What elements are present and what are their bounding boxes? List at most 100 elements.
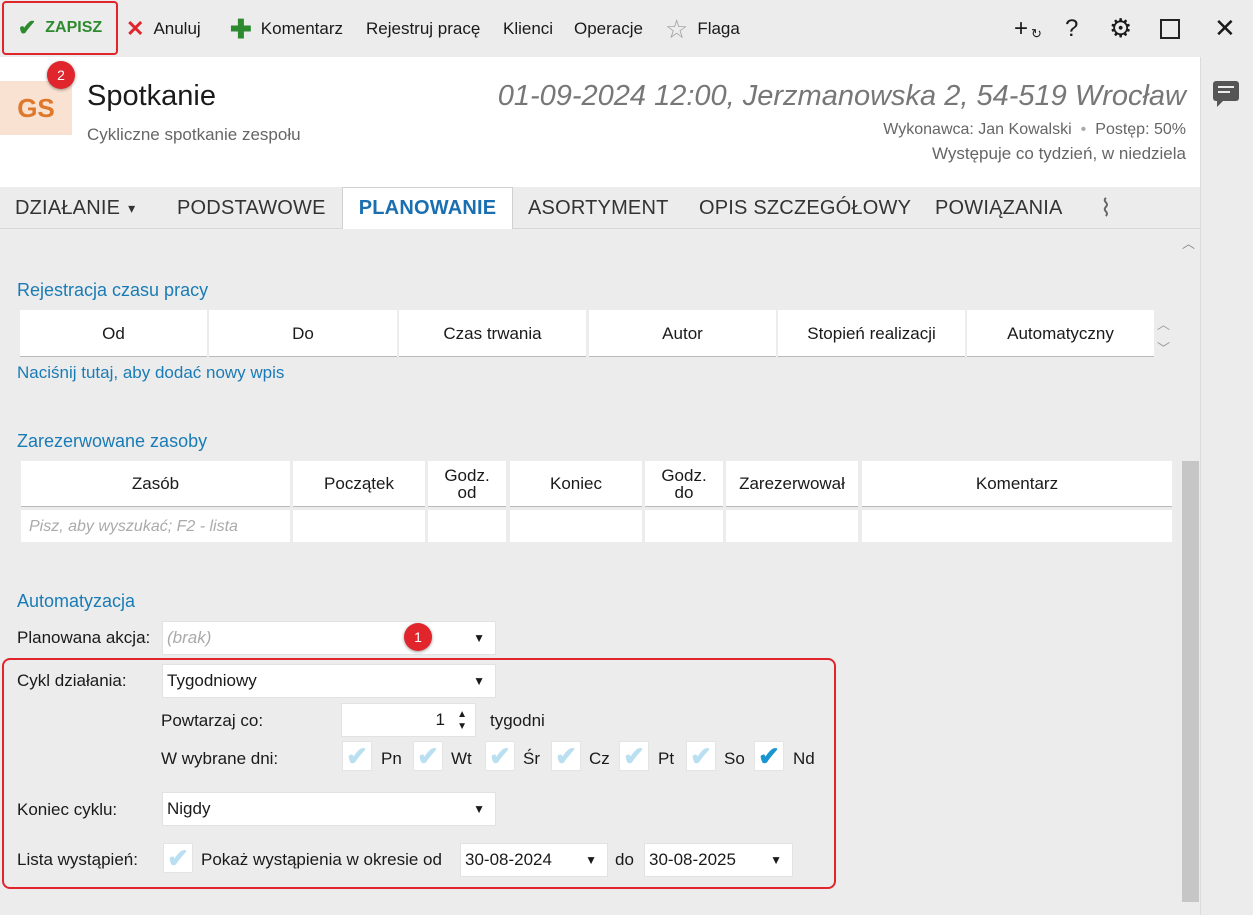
progress-text: Postęp: 50% xyxy=(1095,121,1186,138)
flag-button[interactable]: ☆ Flaga xyxy=(665,0,740,57)
repeat-label: Powtarzaj co: xyxy=(161,711,264,730)
repeat-unit: tygodni xyxy=(490,711,545,730)
clients-button[interactable]: Klienci xyxy=(503,0,553,57)
cycle-select[interactable]: Tygodniowy ▼ xyxy=(162,664,496,698)
day-checkbox-pt[interactable]: ✔ xyxy=(619,741,649,771)
side-panel xyxy=(1200,57,1253,915)
cancel-button[interactable]: ✕ Anuluj xyxy=(126,0,201,57)
resource-end-cell[interactable] xyxy=(510,510,642,542)
col-hour-from-line2: od xyxy=(457,482,477,502)
date-to-picker[interactable]: 30-08-2025 ▼ xyxy=(644,843,793,877)
col-hour-to-line2: do xyxy=(674,482,694,502)
tab-assortment[interactable]: ASORTYMENT xyxy=(528,187,669,229)
check-icon: ✔ xyxy=(17,15,37,40)
day-checkbox-cz[interactable]: ✔ xyxy=(551,741,581,771)
window-close-icon[interactable]: ✕ xyxy=(1214,0,1236,57)
day-label-nd: Nd xyxy=(793,749,815,768)
col-from[interactable]: Od xyxy=(20,310,207,357)
cycle-end-value: Nigdy xyxy=(167,799,211,818)
add-entry-link[interactable]: Naciśnij tutaj, aby dodać nowy wpis xyxy=(17,363,284,383)
repeat-value: 1 xyxy=(435,710,445,729)
resource-start-cell[interactable] xyxy=(293,510,425,542)
stepper-down-icon[interactable]: ▼ xyxy=(457,721,467,732)
clients-label: Klienci xyxy=(503,18,554,38)
comment-label: Komentarz xyxy=(260,18,343,38)
flag-label: Flaga xyxy=(697,18,740,38)
avatar: GS xyxy=(0,81,72,135)
planned-action-label: Planowana akcja: xyxy=(17,628,151,647)
chevron-down-icon: ▼ xyxy=(770,853,782,867)
col-reserved-by[interactable]: Zarezerwował xyxy=(726,461,858,507)
occurrences-label: Lista wystąpień: xyxy=(17,850,138,869)
page-title: Spotkanie xyxy=(87,80,216,112)
day-label-so: So xyxy=(724,749,745,768)
col-comment[interactable]: Komentarz xyxy=(862,461,1172,507)
chat-icon[interactable] xyxy=(1213,81,1239,107)
col-hour-to[interactable]: Godz. do xyxy=(645,461,723,507)
paperclip-icon[interactable]: ⌇ xyxy=(1100,187,1112,229)
maximize-icon[interactable] xyxy=(1160,0,1180,57)
register-work-button[interactable]: Rejestruj pracę xyxy=(366,0,480,57)
comment-button[interactable]: ✚ Komentarz xyxy=(230,0,343,57)
show-occurrences-checkbox[interactable]: ✔ xyxy=(163,843,193,873)
plus-icon: ✚ xyxy=(230,13,252,44)
cycle-end-label: Koniec cyklu: xyxy=(17,800,118,819)
tab-action-label: DZIAŁANIE xyxy=(15,196,121,219)
day-checkbox-wt[interactable]: ✔ xyxy=(413,741,443,771)
operations-label: Operacje xyxy=(574,18,643,38)
date-to-label: do xyxy=(615,850,634,869)
operations-button[interactable]: Operacje xyxy=(574,0,643,57)
add-linked-icon[interactable]: + ↻ xyxy=(1014,0,1042,57)
col-author[interactable]: Autor xyxy=(589,310,776,357)
save-button[interactable]: ✔ ZAPISZ xyxy=(2,1,118,55)
resource-search-input[interactable]: Pisz, aby wyszukać; F2 - lista xyxy=(21,510,290,542)
scrollbar[interactable] xyxy=(1182,461,1199,902)
tab-basic[interactable]: PODSTAWOWE xyxy=(177,187,326,229)
col-hour-from[interactable]: Godz. od xyxy=(428,461,506,507)
scroll-up-icon[interactable]: ︿ xyxy=(1182,233,1195,252)
planned-action-value: (brak) xyxy=(167,628,212,647)
day-checkbox-nd[interactable]: ✔ xyxy=(754,741,784,771)
stepper-up-icon[interactable]: ▲ xyxy=(457,709,467,720)
resource-reserved-by-cell[interactable] xyxy=(726,510,858,542)
col-start[interactable]: Początek xyxy=(293,461,425,507)
col-resource[interactable]: Zasób xyxy=(21,461,290,507)
help-icon[interactable]: ? xyxy=(1065,0,1078,57)
show-occurrences-label: Pokaż wystąpienia w okresie od xyxy=(201,850,442,869)
grid-scroll-up-icon[interactable]: ︿ xyxy=(1157,314,1170,333)
save-label: ZAPISZ xyxy=(45,19,103,36)
close-icon: ✕ xyxy=(126,15,145,41)
automation-title: Automatyzacja xyxy=(17,591,136,611)
days-label: W wybrane dni: xyxy=(161,749,279,768)
day-checkbox-pn[interactable]: ✔ xyxy=(342,741,372,771)
star-icon: ☆ xyxy=(665,13,689,44)
col-automatic[interactable]: Automatyczny xyxy=(967,310,1154,357)
tab-planning[interactable]: PLANOWANIE xyxy=(342,187,513,229)
day-checkbox-so[interactable]: ✔ xyxy=(686,741,716,771)
day-checkbox-sr[interactable]: ✔ xyxy=(485,741,515,771)
date-from-value: 30-08-2024 xyxy=(465,850,552,869)
chevron-down-icon: ▾ xyxy=(128,199,136,216)
col-end[interactable]: Koniec xyxy=(510,461,642,507)
page-subtitle: Cykliczne spotkanie zespołu xyxy=(87,125,301,144)
day-label-pt: Pt xyxy=(658,749,675,768)
tab-action[interactable]: DZIAŁANIE ▾ xyxy=(15,187,135,229)
grid-scroll-down-icon[interactable]: ﹀ xyxy=(1157,338,1170,357)
resource-hour-from-cell[interactable] xyxy=(428,510,506,542)
col-to[interactable]: Do xyxy=(209,310,397,357)
gear-icon[interactable]: ⚙ xyxy=(1109,0,1132,57)
col-duration[interactable]: Czas trwania xyxy=(399,310,586,357)
repeat-stepper[interactable]: 1 ▲ ▼ xyxy=(341,703,476,737)
resource-comment-cell[interactable] xyxy=(862,510,1172,542)
resource-hour-to-cell[interactable] xyxy=(645,510,723,542)
step-badge-1: 1 xyxy=(404,623,432,651)
register-work-label: Rejestruj pracę xyxy=(366,18,481,38)
cycle-end-select[interactable]: Nigdy ▼ xyxy=(162,792,496,826)
planned-action-select[interactable]: (brak) ▼ xyxy=(162,621,496,655)
col-completion[interactable]: Stopień realizacji xyxy=(778,310,965,357)
tab-relations[interactable]: POWIĄZANIA xyxy=(935,187,1063,229)
tab-description[interactable]: OPIS SZCZEGÓŁOWY xyxy=(699,187,911,229)
step-badge-2: 2 xyxy=(47,61,75,89)
chevron-down-icon: ▼ xyxy=(585,853,597,867)
date-from-picker[interactable]: 30-08-2024 ▼ xyxy=(460,843,608,877)
